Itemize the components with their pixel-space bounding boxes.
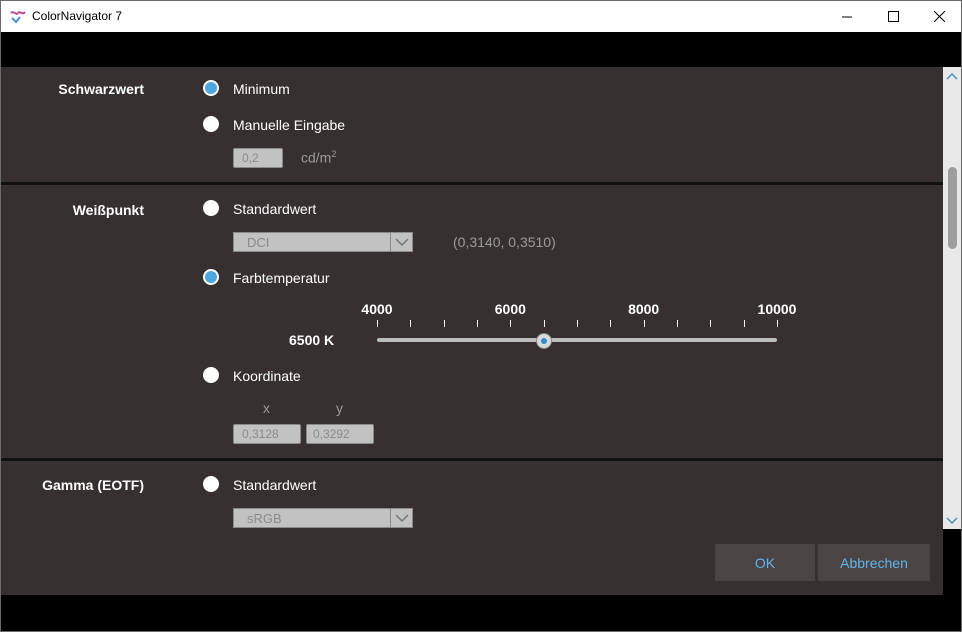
settings-panel: Schwarzwert Minimum Manuelle Eingabe 0,2… <box>1 67 943 595</box>
white-standard-coordinates: (0,3140, 0,3510) <box>453 234 556 250</box>
option-white-standard-label: Standardwert <box>233 201 317 217</box>
section-divider <box>1 182 943 185</box>
chevron-down-icon <box>946 516 958 524</box>
temperature-tick-mark <box>410 320 411 327</box>
temperature-tick-mark <box>744 320 745 327</box>
chevron-down-icon <box>390 509 412 527</box>
close-icon <box>933 11 945 22</box>
radio-minimum[interactable] <box>203 80 219 96</box>
y-coordinate-input[interactable]: 0,3292 <box>306 424 374 444</box>
app-logo-icon <box>10 11 26 24</box>
black-level-input[interactable]: 0,2 <box>233 148 283 168</box>
temperature-tick-mark <box>610 320 611 327</box>
chevron-down-icon <box>390 233 412 251</box>
radio-manual-entry[interactable] <box>203 116 219 132</box>
window-title: ColorNavigator 7 <box>32 9 123 23</box>
temperature-tick-mark <box>777 320 778 327</box>
scrollbar-thumb[interactable] <box>948 167 957 249</box>
option-gamma-standard-label: Standardwert <box>233 477 317 493</box>
x-label: x <box>263 400 270 416</box>
gamma-select[interactable]: sRGB <box>233 508 413 528</box>
minimize-icon <box>842 16 852 17</box>
close-button[interactable] <box>916 1 962 32</box>
radio-color-temperature[interactable] <box>203 269 219 285</box>
temperature-tick-mark <box>577 320 578 327</box>
white-point-label: Weißpunkt <box>72 202 144 218</box>
temperature-tick-label: 8000 <box>628 301 660 317</box>
temperature-tick-mark <box>544 320 545 327</box>
white-standard-select-value: DCI <box>247 235 270 250</box>
temperature-tick-mark <box>444 320 445 327</box>
y-label: y <box>336 400 343 416</box>
title-bar: ColorNavigator 7 <box>1 1 961 32</box>
temperature-slider[interactable] <box>377 338 777 342</box>
radio-coordinates[interactable] <box>203 367 219 383</box>
white-standard-select[interactable]: DCI <box>233 232 413 252</box>
chevron-up-icon <box>946 72 958 80</box>
option-manual-entry-label: Manuelle Eingabe <box>233 117 346 133</box>
radio-gamma-standard[interactable] <box>203 476 219 492</box>
black-level-unit: cd/m2 <box>301 149 337 166</box>
temperature-tick-mark <box>510 320 511 327</box>
temperature-tick-mark <box>477 320 478 327</box>
temperature-tick-mark <box>677 320 678 327</box>
vertical-scrollbar[interactable] <box>943 67 961 529</box>
cancel-button[interactable]: Abbrechen <box>818 544 930 581</box>
temperature-tick-mark <box>644 320 645 327</box>
minimize-button[interactable] <box>824 1 870 32</box>
scroll-down-button[interactable] <box>943 512 961 529</box>
option-color-temperature-label: Farbtemperatur <box>233 270 330 286</box>
gamma-select-value: sRGB <box>247 511 282 526</box>
bottom-band <box>1 595 961 631</box>
maximize-icon <box>887 11 899 22</box>
gamma-label: Gamma (EOTF) <box>42 477 144 493</box>
temperature-tick-mark <box>710 320 711 327</box>
radio-white-standard[interactable] <box>203 200 219 216</box>
temperature-tick-label: 4000 <box>361 301 393 317</box>
temperature-value: 6500 K <box>289 332 335 348</box>
temperature-slider-thumb[interactable] <box>535 333 552 349</box>
black-level-label: Schwarzwert <box>58 81 144 97</box>
option-coordinates-label: Koordinate <box>233 368 301 384</box>
scroll-up-button[interactable] <box>943 67 961 84</box>
temperature-tick-label: 6000 <box>494 301 526 317</box>
app-window: ColorNavigator 7 Schwarzwert Minimum Man… <box>0 0 962 632</box>
option-minimum-label: Minimum <box>233 81 290 97</box>
maximize-button[interactable] <box>870 1 916 32</box>
ok-button[interactable]: OK <box>715 544 815 581</box>
temperature-tick-mark <box>377 320 378 327</box>
section-divider <box>1 458 943 461</box>
x-coordinate-input[interactable]: 0,3128 <box>233 424 301 444</box>
temperature-tick-label: 10000 <box>757 301 797 317</box>
